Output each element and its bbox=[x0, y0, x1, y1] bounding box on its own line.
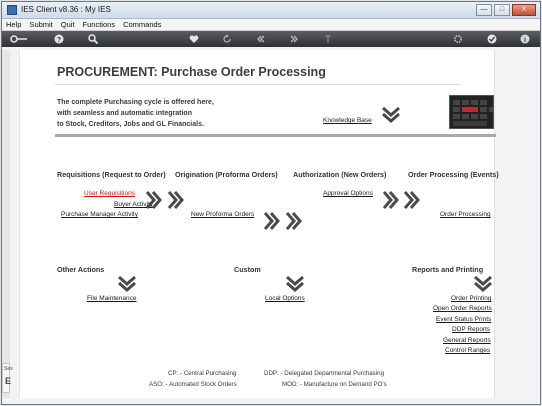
checkmark-icon[interactable] bbox=[487, 34, 497, 44]
svg-text:?: ? bbox=[57, 37, 61, 44]
local-options-link[interactable]: Local Options bbox=[265, 295, 305, 303]
arrow-right-icon[interactable] bbox=[146, 190, 162, 210]
menu-functions[interactable]: Functions bbox=[79, 19, 120, 30]
legend-ddp: DDP: - Delegated Departmental Purchasing bbox=[264, 370, 385, 377]
ddp-reports-link[interactable]: DDP Reports bbox=[452, 326, 490, 334]
minimize-button[interactable]: — bbox=[476, 4, 492, 16]
intro-text: The complete Purchasing cycle is offered… bbox=[57, 97, 214, 130]
file-maintenance-link[interactable]: File Maintenance bbox=[87, 295, 137, 303]
side-strip bbox=[2, 50, 10, 398]
order-printing-link[interactable]: Order Printing bbox=[451, 295, 491, 303]
arrow-down-icon[interactable] bbox=[285, 276, 305, 292]
knowledge-base-link[interactable]: Knowledge Base bbox=[323, 117, 372, 125]
new-proforma-orders-link[interactable]: New Proforma Orders bbox=[191, 211, 254, 219]
keyboard-image bbox=[449, 95, 494, 129]
legend-mod: MOD: - Manufacture on Demand PO's bbox=[282, 381, 387, 388]
control-ranges-link[interactable]: Control Ranges bbox=[445, 347, 490, 355]
rewind-icon[interactable] bbox=[256, 34, 266, 44]
authorization-title: Authorization (New Orders) bbox=[293, 170, 387, 179]
event-status-prints-link[interactable]: Event Status Prints bbox=[436, 316, 491, 324]
svg-text:i: i bbox=[524, 37, 526, 44]
maximize-button[interactable]: □ bbox=[494, 4, 510, 16]
general-reports-link[interactable]: General Reports bbox=[443, 337, 491, 345]
main-content: PROCUREMENT: Purchase Order Processing T… bbox=[19, 50, 499, 398]
arrow-down-icon[interactable] bbox=[473, 276, 493, 292]
app-window: IES Client v8.36 : My IES — □ X Help Sub… bbox=[1, 1, 541, 405]
fast-forward-icon[interactable] bbox=[289, 34, 299, 44]
order-processing-title: Order Processing (Events) bbox=[408, 170, 499, 179]
window-title: IES Client v8.36 : My IES bbox=[21, 5, 111, 14]
arrow-right-icon[interactable] bbox=[264, 211, 280, 231]
approval-options-link[interactable]: Approval Options bbox=[323, 190, 373, 198]
arrow-right-icon[interactable] bbox=[286, 211, 302, 231]
session-tab-letter: E bbox=[5, 376, 12, 386]
arrow-right-icon[interactable] bbox=[404, 190, 420, 210]
search-icon[interactable] bbox=[88, 34, 98, 44]
toolbar: ? i bbox=[2, 31, 540, 47]
origination-title: Origination (Proforma Orders) bbox=[175, 170, 278, 179]
intro-line-1: The complete Purchasing cycle is offered… bbox=[57, 99, 214, 106]
arrow-right-icon[interactable] bbox=[168, 190, 184, 210]
legend-aso: ASO: - Automated Stock Orders bbox=[149, 381, 237, 388]
app-icon bbox=[7, 5, 17, 15]
page-title: PROCUREMENT: Purchase Order Processing bbox=[57, 65, 326, 79]
session-tab-label: Ses bbox=[4, 366, 13, 372]
intro-line-3: to Stock, Creditors, Jobs and GL Financi… bbox=[57, 121, 204, 128]
menu-commands[interactable]: Commands bbox=[119, 19, 165, 30]
heart-icon[interactable] bbox=[189, 34, 199, 44]
help-icon[interactable]: ? bbox=[54, 34, 64, 44]
custom-title: Custom bbox=[234, 265, 261, 274]
menu-help[interactable]: Help bbox=[2, 19, 25, 30]
close-button[interactable]: X bbox=[512, 4, 536, 16]
menu-quit[interactable]: Quit bbox=[57, 19, 79, 30]
title-bar: IES Client v8.36 : My IES — □ X bbox=[2, 2, 540, 19]
session-tab[interactable]: Ses E bbox=[2, 363, 13, 393]
section-divider bbox=[55, 134, 496, 137]
user-requisitions-link[interactable]: User Requisitions bbox=[84, 190, 135, 198]
upload-icon[interactable] bbox=[323, 34, 333, 44]
key-icon[interactable] bbox=[10, 34, 28, 44]
info-icon[interactable]: i bbox=[520, 34, 530, 44]
refresh-icon[interactable] bbox=[222, 34, 232, 44]
open-order-reports-link[interactable]: Open Order Reports bbox=[433, 305, 492, 313]
order-processing-link[interactable]: Order Processing bbox=[440, 211, 491, 219]
arrow-right-icon[interactable] bbox=[383, 190, 399, 210]
settings-icon[interactable] bbox=[453, 34, 463, 44]
title-divider bbox=[55, 84, 461, 85]
purchase-manager-activity-link[interactable]: Purchase Manager Activity bbox=[61, 211, 138, 219]
arrow-down-icon[interactable] bbox=[117, 276, 137, 292]
requisitions-title: Requisitions (Request to Order) bbox=[57, 170, 166, 179]
window-controls: — □ X bbox=[476, 4, 536, 16]
legend-cp: CP: - Central Purchasing bbox=[168, 370, 237, 377]
menu-submit[interactable]: Submit bbox=[25, 19, 56, 30]
arrow-down-icon[interactable] bbox=[381, 107, 401, 123]
reports-title: Reports and Printing bbox=[412, 265, 484, 274]
menu-bar: Help Submit Quit Functions Commands bbox=[2, 19, 540, 31]
other-actions-title: Other Actions bbox=[57, 265, 105, 274]
intro-line-2: with seamless and automatic integration bbox=[57, 110, 192, 117]
